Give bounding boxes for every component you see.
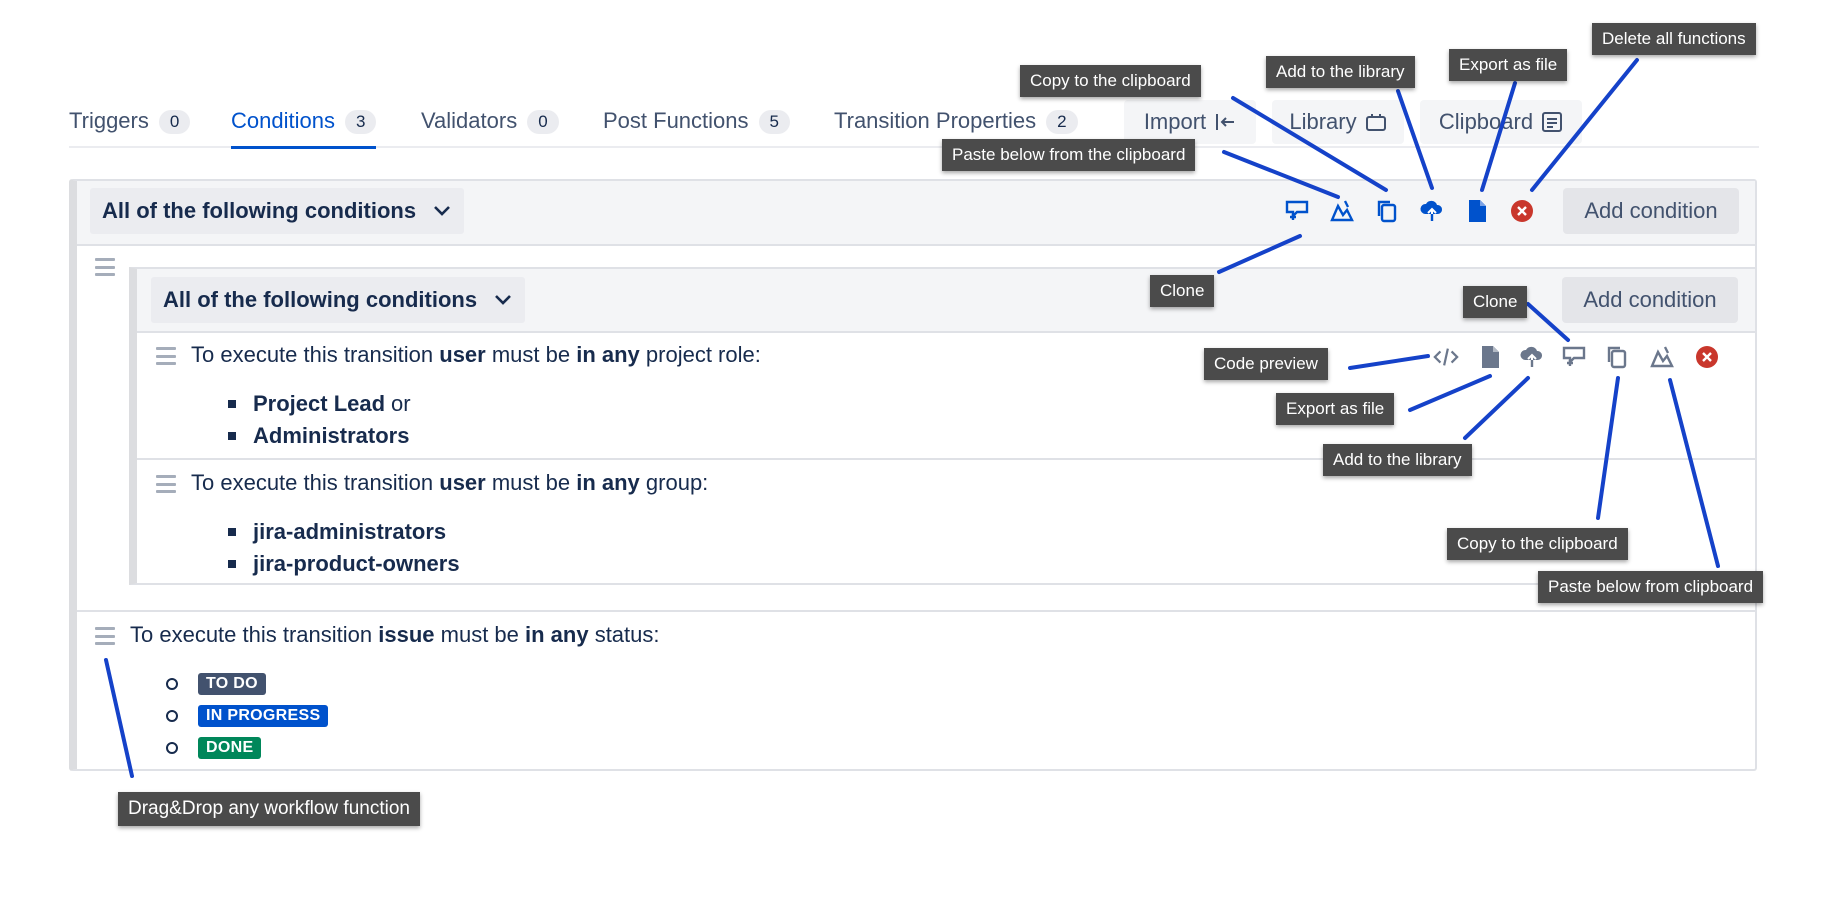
divider xyxy=(77,610,1755,612)
tooltip-export-file: Export as file xyxy=(1449,49,1568,81)
tooltip-drag-drop: Drag&Drop any workflow function xyxy=(118,792,420,826)
file-export-icon[interactable] xyxy=(1477,344,1503,370)
clipboard-icon xyxy=(1542,112,1563,132)
list-item: Administrators xyxy=(228,420,411,452)
copy-icon[interactable] xyxy=(1604,344,1630,370)
project-role-list: Project Lead or Administrators xyxy=(228,388,411,452)
drag-handle-icon[interactable] xyxy=(95,627,115,645)
status-badge: TO DO xyxy=(198,673,266,695)
tab-count-badge: 0 xyxy=(527,110,559,134)
tooltip-code-preview: Code preview xyxy=(1204,348,1328,380)
condition-status-text: To execute this transition issue must be… xyxy=(130,622,660,647)
delete-all-icon[interactable] xyxy=(1509,198,1535,224)
list-item: TO DO xyxy=(166,668,328,700)
group-list: jira-administrators jira-product-owners xyxy=(228,516,460,580)
cloud-upload-icon[interactable] xyxy=(1419,198,1445,224)
tooltip-paste-below: Paste below from clipboard xyxy=(1538,571,1764,603)
outer-add-condition-button[interactable]: Add condition xyxy=(1563,188,1739,234)
tooltip-clone: Clone xyxy=(1463,286,1528,318)
tab-count-badge: 2 xyxy=(1046,110,1078,134)
tooltip-add-library: Add to the library xyxy=(1323,444,1472,476)
condition-group-text: To execute this transition user must be … xyxy=(191,470,709,495)
tab-count-badge: 5 xyxy=(758,110,790,134)
paste-below-icon[interactable] xyxy=(1284,198,1310,224)
cloud-upload-icon[interactable] xyxy=(1519,344,1545,370)
tab-label: Post Functions xyxy=(603,108,749,133)
clone-icon[interactable] xyxy=(1561,344,1587,370)
tab-conditions[interactable]: Conditions 3 xyxy=(231,108,377,149)
tab-label: Validators xyxy=(421,108,518,133)
status-list: TO DO IN PROGRESS DONE xyxy=(166,668,329,764)
status-badge: IN PROGRESS xyxy=(198,705,329,727)
tab-label: Conditions xyxy=(231,108,335,133)
tooltip-delete-all: Delete all functions xyxy=(1592,23,1756,55)
tooltip-add-library: Add to the library xyxy=(1266,56,1415,88)
list-item: jira-product-owners xyxy=(228,548,460,580)
tooltip-copy-clipboard: Copy to the clipboard xyxy=(1447,528,1628,560)
list-item: IN PROGRESS xyxy=(166,700,329,732)
import-label: Import xyxy=(1143,109,1207,134)
paste-below-icon[interactable] xyxy=(1649,344,1675,370)
list-item: DONE xyxy=(166,732,328,764)
inner-add-condition-button[interactable]: Add condition xyxy=(1562,277,1738,323)
drag-handle-icon[interactable] xyxy=(95,258,115,276)
tab-label: Transition Properties xyxy=(834,108,1037,133)
tab-label: Triggers xyxy=(69,108,149,133)
tab-post-functions[interactable]: Post Functions 5 xyxy=(603,108,790,146)
tab-validators[interactable]: Validators 0 xyxy=(421,108,559,146)
inner-group-operator-select[interactable]: All of the following conditions xyxy=(151,277,526,323)
list-item: Project Lead or xyxy=(228,388,411,420)
file-export-icon[interactable] xyxy=(1464,198,1490,224)
library-icon xyxy=(1365,114,1386,131)
tooltip-copy-clipboard: Copy to the clipboard xyxy=(1020,65,1201,97)
clipboard-label: Clipboard xyxy=(1438,109,1534,134)
condition-project-role-text: To execute this transition user must be … xyxy=(191,342,761,367)
outer-group-operator-select[interactable]: All of the following conditions xyxy=(90,188,465,234)
clipboard-button[interactable]: Clipboard xyxy=(1420,100,1582,144)
divider xyxy=(137,458,1755,460)
tab-bar: Triggers 0 Conditions 3 Validators 0 Pos… xyxy=(69,100,1759,149)
library-button[interactable]: Library xyxy=(1272,100,1404,144)
library-label: Library xyxy=(1289,109,1357,134)
tab-triggers[interactable]: Triggers 0 xyxy=(69,108,191,146)
group-title: All of the following conditions xyxy=(102,198,417,223)
status-badge: DONE xyxy=(198,737,262,759)
group-title: All of the following conditions xyxy=(163,287,478,312)
chevron-down-icon xyxy=(434,206,450,216)
list-item: jira-administrators xyxy=(228,516,460,548)
clone-icon[interactable] xyxy=(1329,198,1355,224)
tooltip-clone: Clone xyxy=(1150,275,1215,307)
code-preview-icon[interactable] xyxy=(1433,344,1459,370)
import-button[interactable]: Import xyxy=(1124,100,1256,144)
tab-count-badge: 3 xyxy=(344,110,377,134)
copy-icon[interactable] xyxy=(1374,198,1400,224)
delete-icon[interactable] xyxy=(1694,344,1720,370)
drag-handle-icon[interactable] xyxy=(156,475,176,493)
chevron-down-icon xyxy=(495,295,511,305)
drag-handle-icon[interactable] xyxy=(156,347,176,365)
import-icon xyxy=(1216,114,1235,130)
tab-count-badge: 0 xyxy=(158,110,191,134)
tooltip-export-file: Export as file xyxy=(1276,393,1395,425)
tooltip-paste-below: Paste below from the clipboard xyxy=(942,139,1196,171)
